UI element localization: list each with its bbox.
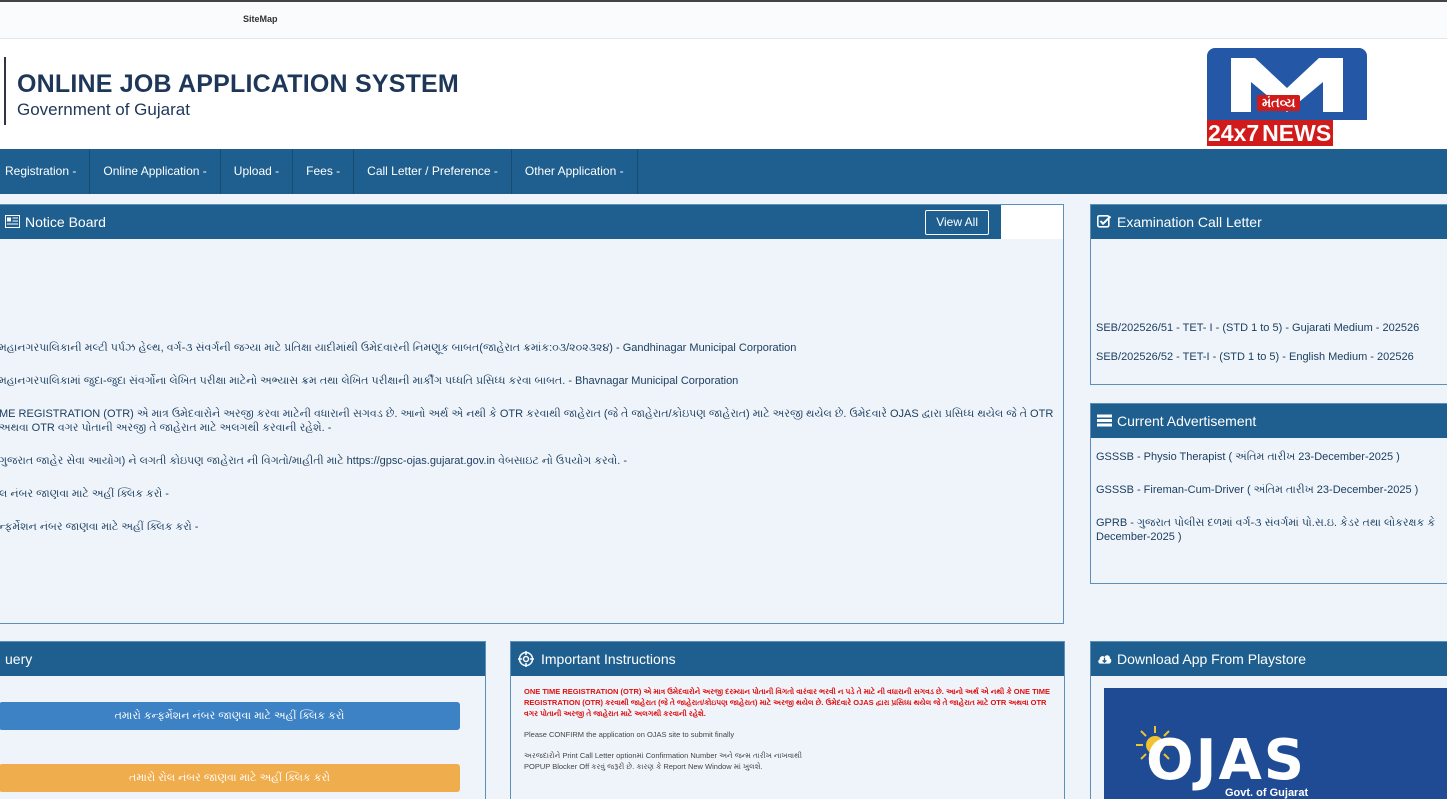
current-advertisement-panel: Current Advertisement GSSSB - Physio The… [1090, 403, 1447, 584]
instructions-body: ONE TIME REGISTRATION (OTR) એ માત્ર ઉમેદ… [511, 676, 1064, 772]
query-header: uery [0, 642, 485, 676]
advertisement-item[interactable]: GSSSB - Fireman-Cum-Driver ( અંતિમ તારીખ… [1096, 483, 1447, 497]
notice-item[interactable]: મહાનગરપાલિકાની મલ્ટી પર્પઝ હેલ્થ, વર્ગ-૩… [0, 341, 1059, 355]
notice-board-title: Notice Board [25, 214, 106, 230]
logo-gujarati-text: મંતવ્ય [1257, 95, 1301, 111]
nav-online-application[interactable]: Online Application - [90, 149, 221, 194]
exam-list: SEB/202526/51 - TET- I - (STD 1 to 5) - … [1096, 322, 1419, 380]
ojas-banner-subtext: Govt. of Gujarat [1225, 787, 1309, 799]
notice-list: મહાનગરપાલિકાની મલ્ટી પર્પઝ હેલ્થ, વર્ગ-૩… [0, 341, 1059, 553]
download-app-panel: Download App From Playstore OJAS Govt. o… [1090, 641, 1447, 799]
notice-item[interactable]: ન્ફર્મેશન નંબર જાણવા માટે અહીં ક્લિક કરો… [0, 520, 1059, 534]
notice-board-header: Notice Board View All [0, 205, 1063, 239]
confirmation-number-button[interactable]: તમારો કન્ફર્મેશન નંબર જાણવા માટે અહીં ક્… [0, 702, 460, 730]
exam-call-letter-panel: Examination Call Letter SEB/202526/51 - … [1090, 204, 1447, 385]
newspaper-icon [5, 215, 20, 228]
list-icon [1097, 414, 1112, 427]
site-header: ONLINE JOB APPLICATION SYSTEM Government… [0, 39, 1447, 149]
otr-warning-text: ONE TIME REGISTRATION (OTR) એ માત્ર ઉમેદ… [524, 687, 1051, 718]
site-subtitle: Government of Gujarat [17, 100, 190, 119]
exam-call-letter-title: Examination Call Letter [1117, 214, 1262, 230]
exam-item[interactable]: SEB/202526/52 - TET-I - (STD 1 to 5) - E… [1096, 351, 1419, 363]
logo-wordmark: 24x7 NEWS [1207, 120, 1367, 146]
important-instructions-title: Important Instructions [541, 651, 676, 667]
gear-icon [518, 651, 534, 667]
nav-registration[interactable]: Registration - [0, 149, 91, 194]
logo-badge: મંતવ્ય [1207, 48, 1367, 120]
notice-item[interactable]: મહાનગરપાલિકામાં જુદા-જુદા સંવર્ગોના લેખિ… [0, 374, 1059, 388]
logo-24x7: 24x7 [1207, 120, 1261, 146]
confirm-instruction: Please CONFIRM the application on OJAS s… [524, 730, 735, 739]
nav-fees[interactable]: Fees - [293, 149, 355, 194]
roll-number-button[interactable]: તમારો રોલ નંબર જાણવા માટે અહીં ક્લિક કરો [0, 764, 460, 792]
print-instruction-2: POPUP Blocker Off કરવું જરૂરી છે. કારણ ક… [524, 762, 763, 771]
download-app-title: Download App From Playstore [1117, 651, 1307, 667]
current-advertisement-header: Current Advertisement [1091, 404, 1447, 438]
notice-item[interactable]: ME REGISTRATION (OTR) એ માત્ર ઉમેદવારોને… [0, 407, 1059, 435]
header-gap [1001, 205, 1063, 239]
view-all-button[interactable]: View All [925, 210, 989, 235]
advertisement-item[interactable]: GPRB - ગુજરાત પોલીસ દળમાં વર્ગ-૩ સંવર્ગમ… [1096, 516, 1447, 544]
notice-board-panel: Notice Board View All મહાનગરપાલિકાની મલ્… [0, 204, 1064, 624]
download-app-header: Download App From Playstore [1091, 642, 1447, 676]
advertisement-list: GSSSB - Physio Therapist ( અંતિમ તારીખ 2… [1096, 450, 1447, 563]
header-divider [4, 57, 6, 125]
ojas-banner-text: OJAS [1146, 728, 1307, 793]
nav-other-application[interactable]: Other Application - [512, 149, 638, 194]
important-instructions-header: Important Instructions [511, 642, 1064, 676]
print-instruction-1: અરજદારોને Print Call Letter optionમાં Co… [524, 751, 803, 760]
nav-call-letter-preference[interactable]: Call Letter / Preference - [354, 149, 512, 194]
checkbox-icon [1097, 215, 1112, 228]
exam-call-letter-header: Examination Call Letter [1091, 205, 1447, 239]
logo-news-text: NEWS [1260, 120, 1334, 146]
site-title: ONLINE JOB APPLICATION SYSTEM [17, 70, 459, 98]
news-logo: મંતવ્ય 24x7 NEWS [1207, 48, 1367, 146]
ojas-app-banner[interactable]: OJAS Govt. of Gujarat [1104, 688, 1447, 799]
main-nav: Registration - Online Application - Uplo… [0, 149, 1447, 194]
sitemap-link[interactable]: SiteMap [243, 14, 278, 24]
notice-item[interactable]: ગુજરાત જાહેર સેવા આયોગ) ને લગતી કોઇપણ જા… [0, 454, 1059, 468]
top-strip: SiteMap [0, 0, 1447, 39]
nav-upload[interactable]: Upload - [221, 149, 294, 194]
advertisement-item[interactable]: GSSSB - Physio Therapist ( અંતિમ તારીખ 2… [1096, 450, 1447, 464]
current-advertisement-title: Current Advertisement [1117, 413, 1257, 429]
query-panel: uery તમારો કન્ફર્મેશન નંબર જાણવા માટે અહ… [0, 641, 486, 799]
cloud-download-icon [1098, 655, 1112, 664]
notice-item[interactable]: લ નંબર જાણવા માટે અહીં ક્લિક કરો - [0, 487, 1059, 501]
query-title: uery [5, 651, 33, 667]
exam-item[interactable]: SEB/202526/51 - TET- I - (STD 1 to 5) - … [1096, 322, 1419, 334]
important-instructions-panel: Important Instructions ONE TIME REGISTRA… [510, 641, 1065, 799]
